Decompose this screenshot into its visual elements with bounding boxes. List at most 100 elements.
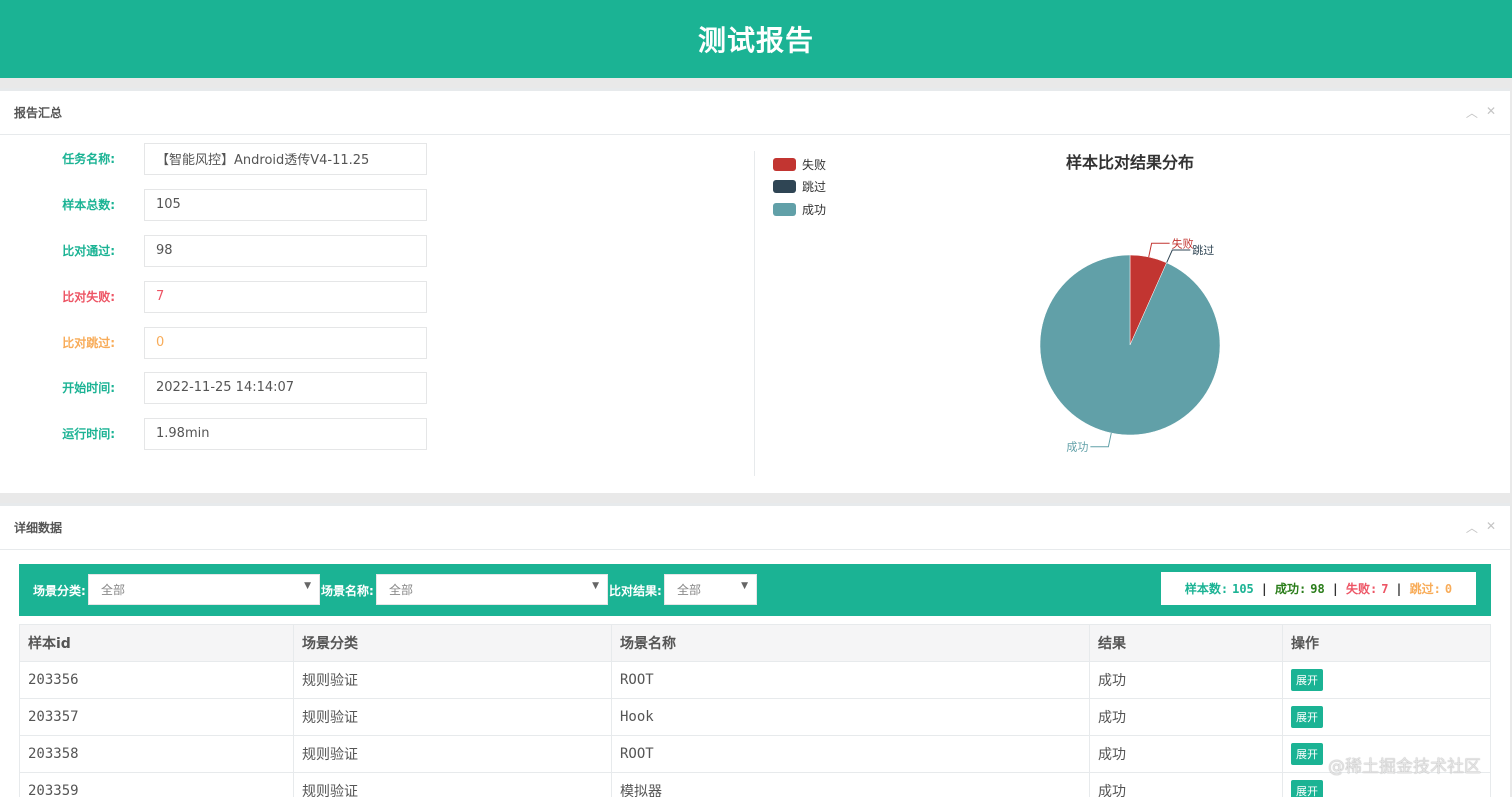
- chart-legend: 失败 跳过 成功: [773, 153, 826, 221]
- scene-name-select[interactable]: 全部 ▼: [376, 574, 608, 605]
- field-sample-total: 样本总数:: [0, 188, 427, 221]
- pie-label-0: 失败: [1172, 236, 1194, 250]
- start-time-field[interactable]: [144, 371, 427, 404]
- stats-success: 98: [1310, 581, 1325, 596]
- cell-result: 成功: [1089, 661, 1283, 699]
- field-fail: 比对失败:: [0, 280, 427, 313]
- legend-label: 失败: [802, 157, 827, 172]
- expand-button[interactable]: 展开: [1291, 743, 1323, 765]
- field-label: 比对通过:: [62, 244, 115, 258]
- stats-fail: 7: [1381, 581, 1389, 596]
- field-start-time: 开始时间:: [0, 371, 427, 404]
- field-task-name: 任务名称:: [0, 142, 427, 175]
- category-filter-label: 场景分类:: [33, 584, 86, 598]
- table-row: 203357 规则验证 Hook 成功 展开: [19, 698, 1491, 736]
- expand-button[interactable]: 展开: [1291, 669, 1323, 691]
- skip-count-field[interactable]: [144, 326, 427, 359]
- field-label: 任务名称:: [62, 152, 115, 166]
- detail-panel: 详细数据 ︿ ✕ 场景分类: 全部 ▼ 场景名称: 全部 ▼ 比对结果: 全部 …: [0, 503, 1510, 797]
- cell-result: 成功: [1089, 772, 1283, 797]
- result-filter-label: 比对结果:: [609, 584, 662, 598]
- column-header-sample-id[interactable]: 样本id: [19, 624, 294, 662]
- column-header-result[interactable]: 结果: [1089, 624, 1283, 662]
- cell-category: 规则验证: [293, 735, 612, 773]
- summary-panel-title: 报告汇总: [14, 106, 63, 120]
- vertical-divider: [754, 151, 755, 476]
- close-icon[interactable]: ✕: [1486, 104, 1496, 121]
- category-select[interactable]: 全部 ▼: [88, 574, 320, 605]
- pie-label-line-0: [1148, 242, 1170, 258]
- cell-scene-name: 模拟器: [611, 772, 1090, 797]
- cell-category: 规则验证: [293, 698, 612, 736]
- caret-down-icon: ▼: [304, 581, 311, 591]
- pass-count-field[interactable]: [144, 234, 427, 267]
- cell-result: 成功: [1089, 735, 1283, 773]
- cell-sample-id: 203356: [19, 661, 294, 699]
- page-title: 测试报告: [697, 24, 814, 57]
- field-label: 开始时间:: [62, 381, 115, 395]
- cell-scene-name: ROOT: [611, 735, 1090, 773]
- task-name-field[interactable]: [144, 142, 427, 175]
- field-run-time: 运行时间:: [0, 417, 427, 450]
- result-select[interactable]: 全部 ▼: [664, 574, 757, 605]
- cell-result: 成功: [1089, 698, 1283, 736]
- detail-panel-header: 详细数据 ︿ ✕: [0, 506, 1510, 550]
- expand-button[interactable]: 展开: [1291, 706, 1323, 728]
- column-header-category[interactable]: 场景分类: [293, 624, 612, 662]
- chart-title: 样本比对结果分布: [1065, 153, 1194, 172]
- legend-swatch: [773, 180, 796, 194]
- legend-swatch: [773, 202, 796, 216]
- field-skip: 比对跳过:: [0, 326, 427, 359]
- page-header: 测试报告: [0, 0, 1512, 78]
- pie-slice-2[interactable]: [1039, 254, 1221, 436]
- category-select-value: 全部: [101, 583, 126, 597]
- chevron-up-icon[interactable]: ︿: [1466, 519, 1478, 536]
- stats-separator: |: [1395, 581, 1403, 596]
- table-row: 203358 规则验证 ROOT 成功 展开: [19, 735, 1491, 773]
- pie-label-1: 跳过: [1192, 243, 1214, 257]
- stats-summary: 样本数: 105 | 成功: 98 | 失败: 7 | 跳过: 0: [1161, 572, 1476, 605]
- stats-total-label: 样本数:: [1184, 582, 1229, 596]
- detail-panel-title: 详细数据: [14, 521, 63, 535]
- legend-label: 跳过: [802, 180, 827, 195]
- run-time-field[interactable]: [144, 417, 427, 450]
- stats-total: 105: [1232, 581, 1254, 596]
- field-pass: 比对通过:: [0, 234, 427, 267]
- legend-label: 成功: [802, 202, 827, 217]
- cell-action: 展开: [1282, 661, 1491, 699]
- legend-swatch: [773, 157, 796, 171]
- close-icon[interactable]: ✕: [1486, 519, 1496, 536]
- summary-panel-header: 报告汇总 ︿ ✕: [0, 91, 1510, 135]
- expand-button[interactable]: 展开: [1291, 780, 1323, 797]
- column-header-scene-name[interactable]: 场景名称: [611, 624, 1090, 662]
- table-row: 203356 规则验证 ROOT 成功 展开: [19, 661, 1491, 699]
- stats-separator: |: [1260, 581, 1269, 596]
- legend-item-success[interactable]: 成功: [773, 198, 826, 221]
- pie-chart: 失败跳过成功: [1039, 236, 1221, 454]
- chevron-up-icon[interactable]: ︿: [1466, 104, 1478, 121]
- cell-category: 规则验证: [293, 661, 612, 699]
- field-label: 运行时间:: [62, 427, 115, 441]
- caret-down-icon: ▼: [592, 581, 599, 591]
- pie-label-2: 成功: [1066, 441, 1088, 454]
- stats-fail-label: 失败:: [1345, 582, 1378, 596]
- pie-label-line-2: [1090, 432, 1112, 448]
- field-label: 比对失败:: [62, 290, 115, 304]
- detail-table: 样本id 场景分类 场景名称 结果 操作 203356 规则验证 ROOT 成功…: [19, 624, 1491, 797]
- cell-sample-id: 203358: [19, 735, 294, 773]
- cell-sample-id: 203359: [19, 772, 294, 797]
- sample-total-field[interactable]: [144, 188, 427, 221]
- cell-sample-id: 203357: [19, 698, 294, 736]
- watermark: @稀土掘金技术社区: [1328, 757, 1481, 777]
- pie-label-line-1: [1166, 249, 1191, 263]
- summary-panel: 报告汇总 ︿ ✕ 任务名称: 样本总数: 比对通过: 比对失败: 比对跳过: 开…: [0, 88, 1510, 493]
- scene-name-select-value: 全部: [389, 583, 414, 597]
- fail-count-field[interactable]: [144, 280, 427, 313]
- filter-bar: 场景分类: 全部 ▼ 场景名称: 全部 ▼ 比对结果: 全部 ▼ 样本数: 10…: [19, 564, 1491, 616]
- cell-scene-name: ROOT: [611, 661, 1090, 699]
- stats-skip: 0: [1444, 581, 1453, 596]
- legend-item-fail[interactable]: 失败: [773, 153, 826, 176]
- field-label: 比对跳过:: [62, 336, 115, 350]
- result-select-value: 全部: [677, 583, 702, 597]
- legend-item-skip[interactable]: 跳过: [773, 176, 826, 199]
